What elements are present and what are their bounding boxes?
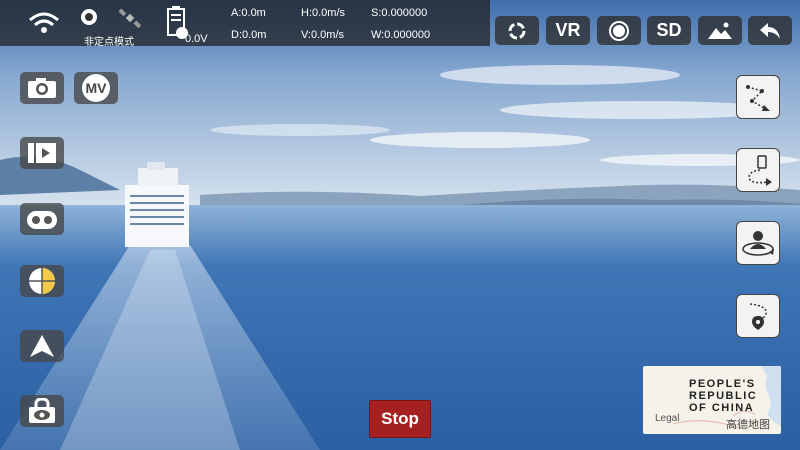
gyro-calibrate-icon: [29, 268, 55, 294]
voltage-readout: 0.0V: [185, 33, 208, 45]
waypoint-route-icon: [746, 85, 770, 111]
camera-button[interactable]: [20, 72, 64, 104]
vertical-speed-readout: V:0.0m/s: [301, 29, 344, 41]
video-button[interactable]: [20, 137, 64, 169]
map-region-line: OF CHINA: [689, 402, 755, 414]
follow-path-button[interactable]: [736, 148, 780, 192]
waypoint-route-button[interactable]: [736, 75, 780, 119]
altitude-readout: A:0.0m: [231, 7, 266, 19]
controller-icon: [27, 211, 57, 229]
status-bar: 非定点模式 0.0V A:0.0m D:0.0m H:0.0m/s V:0.0m…: [0, 0, 490, 48]
camera-icon: [28, 78, 56, 98]
mv-label: MV: [85, 80, 107, 96]
back-button[interactable]: [748, 16, 792, 45]
mv-button[interactable]: MV: [74, 72, 118, 104]
horizontal-speed-readout: H:0.0m/s: [301, 7, 346, 19]
map-region-line: REPUBLIC: [689, 390, 758, 402]
wifi-icon: [29, 12, 59, 33]
satellite-icon: [118, 8, 142, 28]
orbit-person-button[interactable]: [736, 221, 780, 265]
map-legal-link[interactable]: Legal: [655, 413, 679, 424]
return-location-icon: [749, 303, 767, 330]
navigation-arrow-icon: [30, 335, 54, 357]
map-brand-label: 高德地图: [726, 419, 770, 431]
distance-readout: D:0.0m: [231, 29, 267, 41]
navigation-button[interactable]: [20, 330, 64, 362]
w-value-readout: W:0.000000: [371, 29, 431, 41]
controller-button[interactable]: [20, 203, 64, 235]
return-location-button[interactable]: [736, 294, 780, 338]
mini-map[interactable]: PEOPLE'S REPUBLIC OF CHINA Legal 高德地图: [643, 366, 781, 434]
orbit-person-icon: [742, 231, 774, 256]
rotate-button[interactable]: [495, 16, 539, 45]
sd-button[interactable]: SD: [647, 16, 691, 45]
follow-path-icon: [748, 155, 772, 186]
vr-button[interactable]: VR: [546, 16, 590, 45]
gyro-calibrate-button[interactable]: [20, 265, 64, 297]
video-icon: [28, 143, 56, 163]
mode-label: 非定点模式: [84, 37, 134, 48]
eye-lock-icon: [29, 398, 55, 423]
gallery-button[interactable]: [698, 16, 742, 45]
exposure-icon: [609, 20, 629, 41]
s-value-readout: S:0.000000: [371, 7, 428, 19]
stop-button[interactable]: Stop: [369, 400, 431, 438]
back-arrow-icon: [760, 22, 780, 39]
camera-signal-icon: [81, 9, 97, 25]
map-region-label: PEOPLE'S REPUBLIC OF CHINA: [689, 378, 757, 414]
gallery-icon: [708, 22, 732, 39]
eye-lock-button[interactable]: [20, 395, 64, 427]
map-region-line: PEOPLE'S: [689, 378, 756, 390]
mv-icon: MV: [82, 74, 110, 102]
exposure-button[interactable]: [597, 16, 641, 45]
rotate-icon: [508, 22, 526, 39]
